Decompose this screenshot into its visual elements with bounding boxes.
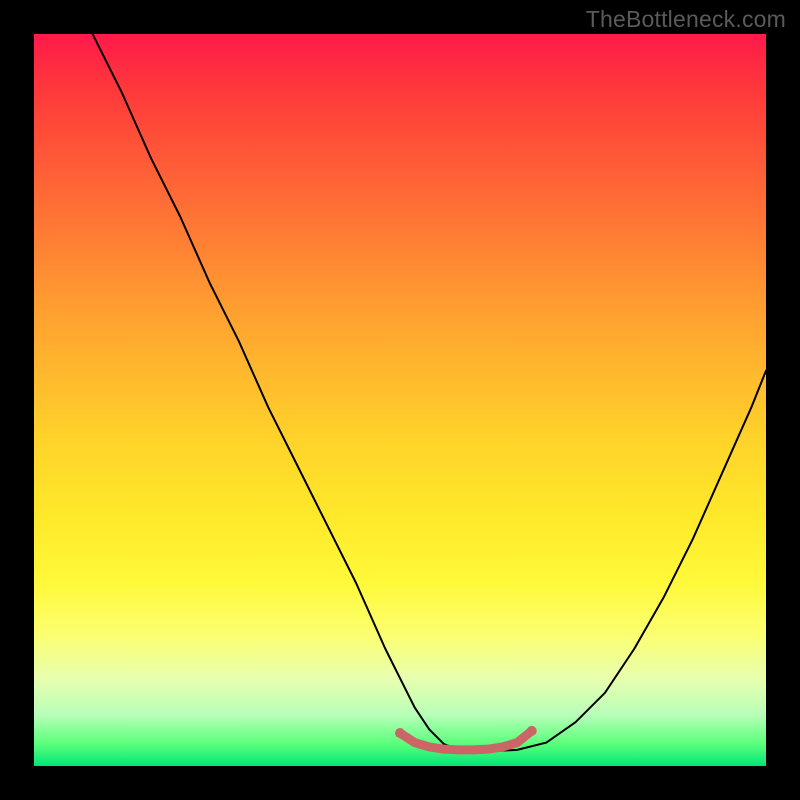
markers-group (395, 726, 537, 738)
curve-path (93, 34, 766, 751)
chart-svg (34, 34, 766, 766)
watermark-text: TheBottleneck.com (586, 6, 786, 33)
chart-plot-area (34, 34, 766, 766)
flat-segment-line (400, 731, 532, 750)
chart-frame: TheBottleneck.com (0, 0, 800, 800)
curve-line (93, 34, 766, 751)
marker-flat-right-end (527, 726, 537, 736)
flat-segment-path (400, 731, 532, 750)
marker-flat-left-end (395, 728, 405, 738)
